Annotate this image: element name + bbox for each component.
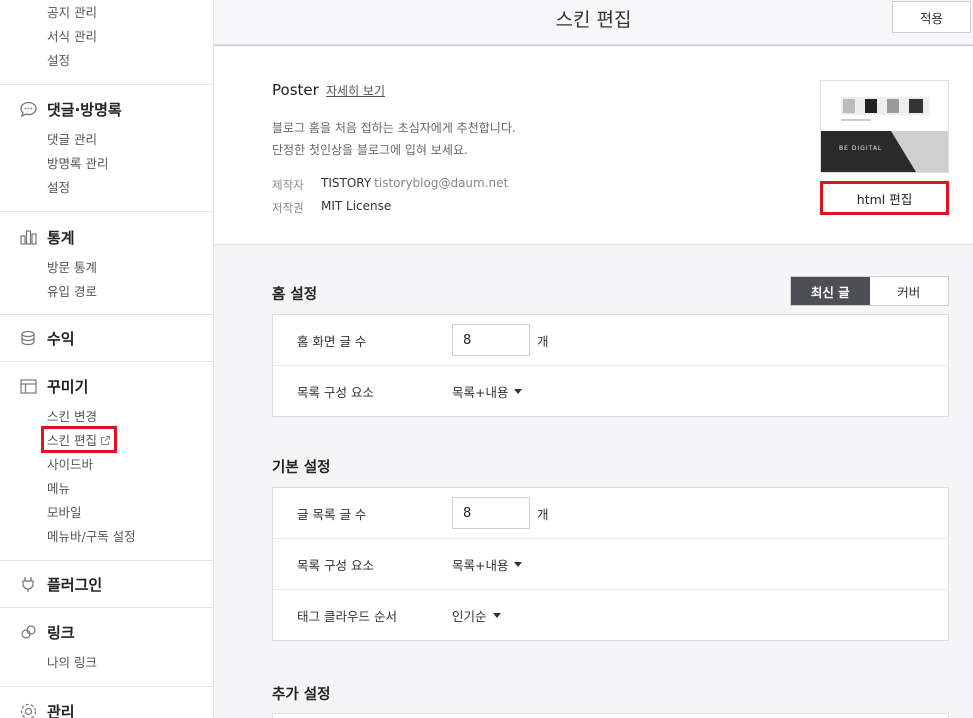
divider: [0, 211, 213, 212]
sidebar-section-comments[interactable]: 댓글·방명록: [18, 97, 122, 121]
section-title-home: 홈 설정: [272, 287, 318, 303]
home-list-composition-select[interactable]: 목록+내용: [452, 382, 523, 401]
maker-label: 제작자: [272, 178, 304, 192]
sidebar-section-manage[interactable]: 관리: [18, 699, 75, 718]
maker-email: tistoryblog@daum.net: [374, 176, 509, 190]
main-content: 스킨 편집 적용 Poster 자세히 보기 블로그 홈을 처음 접하는 초심자…: [214, 0, 973, 718]
home-settings-panel: 홈 화면 글 수 8 개 목록 구성 요소 목록+내용: [272, 314, 949, 417]
skin-thumbnail: BE DIGITAL: [820, 80, 949, 173]
select-value: 인기순: [452, 609, 487, 624]
settings-row: 목록 구성 요소 목록+내용: [273, 539, 948, 590]
apply-button[interactable]: 적용: [892, 1, 971, 33]
settings-row: 태그 클라우드 순서 인기순: [273, 590, 948, 641]
sidebar-item-inflow-path[interactable]: 유입 경로: [47, 281, 97, 300]
sidebar-item-my-link[interactable]: 나의 링크: [47, 652, 97, 671]
sidebar-section-title: 관리: [47, 702, 75, 718]
sidebar-section-stats[interactable]: 통계: [18, 225, 75, 249]
divider: [0, 607, 213, 608]
sidebar-item-content-settings[interactable]: 설정: [47, 50, 70, 69]
sidebar-item-sidebar[interactable]: 사이드바: [47, 454, 93, 473]
divider: [0, 314, 213, 315]
sidebar-item-label: 스킨 편집: [47, 433, 97, 448]
divider: [0, 361, 213, 362]
sidebar-section-title: 댓글·방명록: [47, 100, 122, 119]
gear-icon: [18, 701, 38, 718]
section-title-extra: 추가 설정: [272, 687, 331, 703]
plug-icon: [18, 574, 38, 594]
header-bar: 스킨 편집 적용: [214, 0, 973, 46]
link-icon: [18, 622, 38, 642]
caret-down-icon: [514, 562, 523, 567]
sidebar-section-link[interactable]: 링크: [18, 620, 75, 644]
list-post-count-input[interactable]: 8: [452, 497, 530, 529]
sidebar-section-title: 플러그인: [47, 575, 103, 594]
sidebar-item-skin-change[interactable]: 스킨 변경: [47, 406, 97, 425]
bar-chart-icon: [18, 227, 38, 247]
coins-icon: [18, 328, 38, 348]
sidebar-section-title: 통계: [47, 228, 75, 247]
extra-settings-panel: [272, 713, 949, 718]
sidebar-item-visit-stats[interactable]: 방문 통계: [47, 257, 97, 276]
list-composition-label: 목록 구성 요소: [297, 558, 374, 573]
skin-name: Poster: [272, 81, 319, 99]
sidebar-item-mobile[interactable]: 모바일: [47, 502, 82, 521]
divider: [0, 686, 213, 687]
sidebar-item-guestbook-manage[interactable]: 방명록 관리: [47, 153, 108, 172]
divider: [0, 560, 213, 561]
tag-cloud-order-select[interactable]: 인기순: [452, 606, 501, 625]
tab-cover[interactable]: 커버: [870, 277, 949, 305]
select-value: 목록+내용: [452, 385, 509, 400]
skin-description-line: 단정한 첫인상을 블로그에 입혀 보세요.: [272, 143, 468, 157]
basic-settings-panel: 글 목록 글 수 8 개 목록 구성 요소 목록+내용 태그 클라우드 순서 인…: [272, 487, 949, 641]
home-post-count-input[interactable]: 8: [452, 324, 530, 356]
caret-down-icon: [492, 613, 501, 618]
thumbnail-caption: BE DIGITAL: [839, 145, 883, 152]
license-label: 저작권: [272, 201, 304, 215]
maker-name: TISTORY: [321, 176, 372, 190]
sidebar: 공지 관리 서식 관리 설정 댓글·방명록 댓글 관리 방명록 관리 설정 통계…: [0, 0, 214, 718]
sidebar-item-menu[interactable]: 메뉴: [47, 478, 70, 497]
sidebar-section-title: 링크: [47, 623, 75, 642]
sidebar-section-decorate[interactable]: 꾸미기: [18, 374, 88, 398]
sidebar-section-revenue[interactable]: 수익: [18, 326, 75, 350]
sidebar-item-notice-manage[interactable]: 공지 관리: [47, 2, 97, 21]
section-title-basic: 기본 설정: [272, 460, 331, 476]
tag-cloud-order-label: 태그 클라우드 순서: [297, 609, 397, 624]
home-post-count-label: 홈 화면 글 수: [297, 334, 367, 349]
unit-label: 개: [537, 507, 549, 522]
settings-row: 홈 화면 글 수 8 개: [273, 315, 948, 366]
list-composition-select[interactable]: 목록+내용: [452, 555, 523, 574]
sidebar-item-comment-manage[interactable]: 댓글 관리: [47, 129, 97, 148]
caret-down-icon: [514, 389, 523, 394]
home-type-toggle: 최신 글 커버: [790, 276, 949, 306]
skin-info-card: Poster 자세히 보기 블로그 홈을 처음 접하는 초심자에게 추천합니다.…: [214, 47, 973, 245]
html-edit-button[interactable]: html 편집: [820, 181, 949, 215]
select-value: 목록+내용: [452, 558, 509, 573]
skin-details-link[interactable]: 자세히 보기: [326, 82, 385, 99]
sidebar-item-menubar-subscribe[interactable]: 메뉴바/구독 설정: [47, 526, 136, 545]
speech-bubble-icon: [18, 99, 38, 119]
skin-description-line: 블로그 홈을 처음 접하는 초심자에게 추천합니다.: [272, 121, 516, 135]
sidebar-item-comment-settings[interactable]: 설정: [47, 177, 70, 196]
layout-icon: [18, 376, 38, 396]
settings-row: 글 목록 글 수 8 개: [273, 488, 948, 539]
sidebar-item-template-manage[interactable]: 서식 관리: [47, 26, 97, 45]
unit-label: 개: [537, 334, 549, 349]
divider: [0, 84, 213, 85]
tab-latest-posts[interactable]: 최신 글: [791, 277, 870, 305]
sidebar-item-skin-edit[interactable]: 스킨 편집: [41, 426, 117, 453]
home-list-composition-label: 목록 구성 요소: [297, 385, 374, 400]
sidebar-section-title: 꾸미기: [47, 377, 89, 396]
maker-value: TISTORY tistoryblog@daum.net: [321, 176, 508, 190]
sidebar-section-plugin[interactable]: 플러그인: [18, 572, 102, 596]
list-post-count-label: 글 목록 글 수: [297, 507, 367, 522]
external-link-icon: [100, 434, 111, 449]
sidebar-section-title: 수익: [47, 329, 75, 348]
page-title: 스킨 편집: [555, 9, 632, 31]
settings-row: 목록 구성 요소 목록+내용: [273, 366, 948, 417]
license-value: MIT License: [321, 199, 392, 213]
